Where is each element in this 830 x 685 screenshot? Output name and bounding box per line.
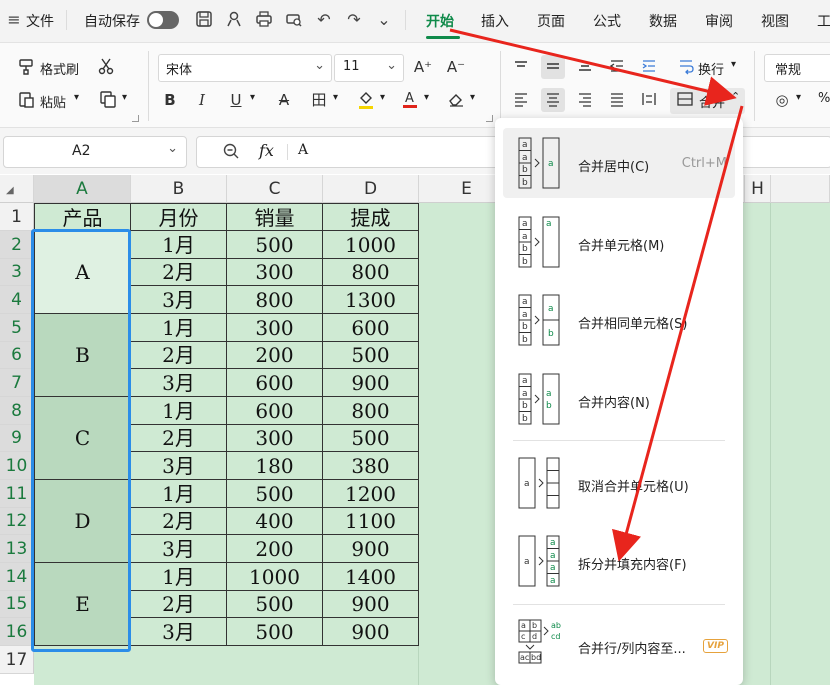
arrow-to-merge bbox=[449, 28, 737, 106]
annotation-arrows bbox=[449, 28, 744, 562]
arrow-to-split-fill bbox=[612, 105, 744, 562]
